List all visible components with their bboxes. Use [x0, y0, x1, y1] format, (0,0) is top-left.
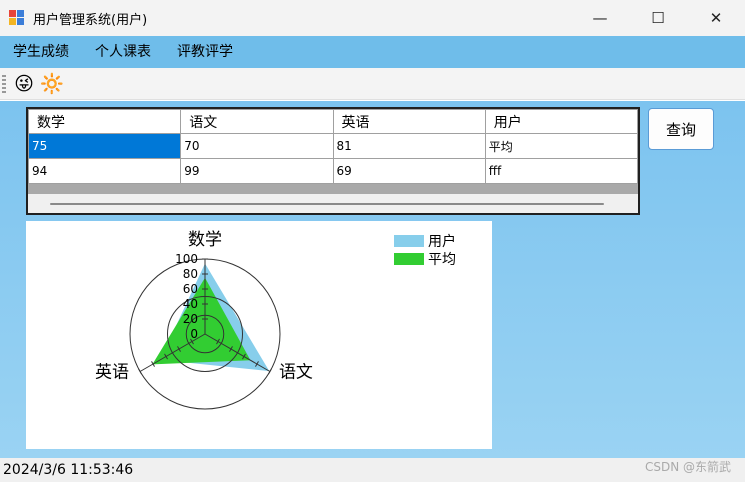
- sun-icon[interactable]: 🔆: [40, 72, 64, 96]
- axis-label: 语文: [279, 363, 313, 383]
- scores-grid[interactable]: 数学 语文 英语 用户 75 70 81 平均 94 99 69 fff: [26, 107, 640, 215]
- r-tick-label: 60: [183, 282, 198, 296]
- title-bar: 用户管理系统(用户) — ☐ ✕: [0, 0, 745, 36]
- axis-tick-1-5: [268, 368, 272, 375]
- grid-cell[interactable]: 99: [180, 158, 334, 184]
- horizontal-scrollbar[interactable]: [28, 184, 638, 213]
- watermark: CSDN @东箭武: [644, 460, 731, 474]
- column-header-chinese[interactable]: 语文: [180, 109, 334, 134]
- radar-chart: 0 20 40 60 80 100 数学语文 英语 用户平均: [26, 221, 492, 449]
- grid-cell[interactable]: 75: [27, 133, 182, 159]
- maximize-button[interactable]: ☐: [629, 0, 687, 36]
- main-panel: 数学 语文 英语 用户 75 70 81 平均 94 99 69 fff 查询 …: [0, 101, 745, 458]
- close-button[interactable]: ✕: [687, 0, 745, 36]
- status-datetime: 2024/3/6 11:53:46: [3, 462, 134, 478]
- app-icon: [9, 10, 25, 26]
- column-header-english[interactable]: 英语: [332, 109, 486, 134]
- toolbar: 😜 🔆: [0, 68, 745, 100]
- minimize-button[interactable]: —: [571, 0, 629, 36]
- toolbar-grip-icon[interactable]: [2, 74, 6, 93]
- window-title: 用户管理系统(用户): [33, 12, 148, 28]
- legend-label: 用户: [428, 233, 456, 250]
- grid-cell[interactable]: 81: [332, 133, 486, 159]
- menu-item-teaching-evaluation[interactable]: 评教评学: [164, 36, 246, 68]
- axis-tick-2-5: [138, 368, 142, 375]
- status-bar: 2024/3/6 11:53:46 CSDN @东箭武: [0, 458, 745, 482]
- legend-swatch-1: [394, 253, 424, 265]
- r-tick-label: 40: [183, 297, 198, 311]
- legend-swatch-0: [394, 235, 424, 247]
- grid-cell[interactable]: 70: [180, 133, 334, 159]
- query-button[interactable]: 查询: [648, 108, 714, 150]
- menu-bar: 学生成绩 个人课表 评教评学: [0, 36, 745, 68]
- table-row: 94 99 69 fff: [27, 158, 639, 184]
- grid-cell[interactable]: 69: [332, 158, 486, 184]
- grid-cell[interactable]: 94: [27, 158, 182, 184]
- emoji-face-icon[interactable]: 😜: [12, 72, 36, 96]
- scrollbar-thumb[interactable]: [50, 203, 604, 205]
- grid-header-row: 数学 语文 英语 用户: [27, 109, 639, 134]
- menu-item-personal-schedule[interactable]: 个人课表: [82, 36, 164, 68]
- column-header-user[interactable]: 用户: [484, 109, 639, 134]
- r-tick-label: 100: [175, 252, 198, 266]
- r-tick-label: 0: [190, 327, 198, 341]
- r-tick-label: 20: [183, 312, 198, 326]
- r-tick-label: 80: [183, 267, 198, 281]
- table-row: 75 70 81 平均: [27, 133, 639, 159]
- legend-label: 平均: [428, 252, 456, 268]
- menu-item-student-grades[interactable]: 学生成绩: [0, 36, 82, 68]
- axis-label: 数学: [188, 230, 222, 250]
- column-header-math[interactable]: 数学: [27, 109, 182, 134]
- grid-cell[interactable]: fff: [484, 158, 639, 184]
- grid-cell[interactable]: 平均: [484, 133, 639, 159]
- radar-chart-svg: 020406080100 数学语文 英语 用户平均: [95, 230, 456, 410]
- axis-label: 英语: [95, 363, 129, 383]
